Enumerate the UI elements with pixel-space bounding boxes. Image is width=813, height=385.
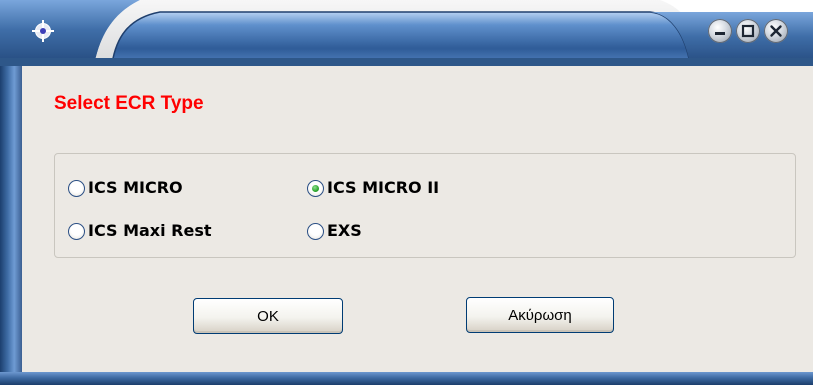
dialog-body: Select ECR Type [22,66,813,372]
radio-button-icon[interactable] [68,222,85,240]
window-title [150,20,630,40]
app-crosshair-icon[interactable] [30,18,56,44]
window-frame-bottom [0,372,813,385]
radio-button-checked-icon[interactable] [307,179,324,197]
cancel-button[interactable]: Ακύρωση [466,297,614,333]
ecr-type-dialog: Select ECR Type ICS MICRO ICS MICRO II I… [0,0,813,385]
radio-label: EXS [327,221,362,240]
maximize-icon [741,24,755,38]
radio-label: ICS MICRO II [327,178,440,197]
ok-button[interactable]: OK [193,298,343,334]
window-frame-left [0,66,22,385]
dialog-heading: Select ECR Type [54,93,204,114]
ecr-type-group [54,153,796,258]
radio-label: ICS Maxi Rest [88,221,212,240]
close-icon [770,25,782,37]
radio-ics-micro[interactable]: ICS MICRO [68,177,183,199]
minimize-button[interactable] [708,19,732,43]
maximize-button[interactable] [736,19,760,43]
close-button[interactable] [764,19,788,43]
radio-button-icon[interactable] [68,179,85,197]
title-bar[interactable] [0,0,813,66]
radio-label: ICS MICRO [88,178,183,197]
radio-ics-maxi-rest[interactable]: ICS Maxi Rest [68,220,212,242]
radio-exs[interactable]: EXS [307,220,362,242]
radio-button-icon[interactable] [307,222,324,240]
minimize-icon [715,32,725,35]
radio-ics-micro-ii[interactable]: ICS MICRO II [307,177,439,199]
